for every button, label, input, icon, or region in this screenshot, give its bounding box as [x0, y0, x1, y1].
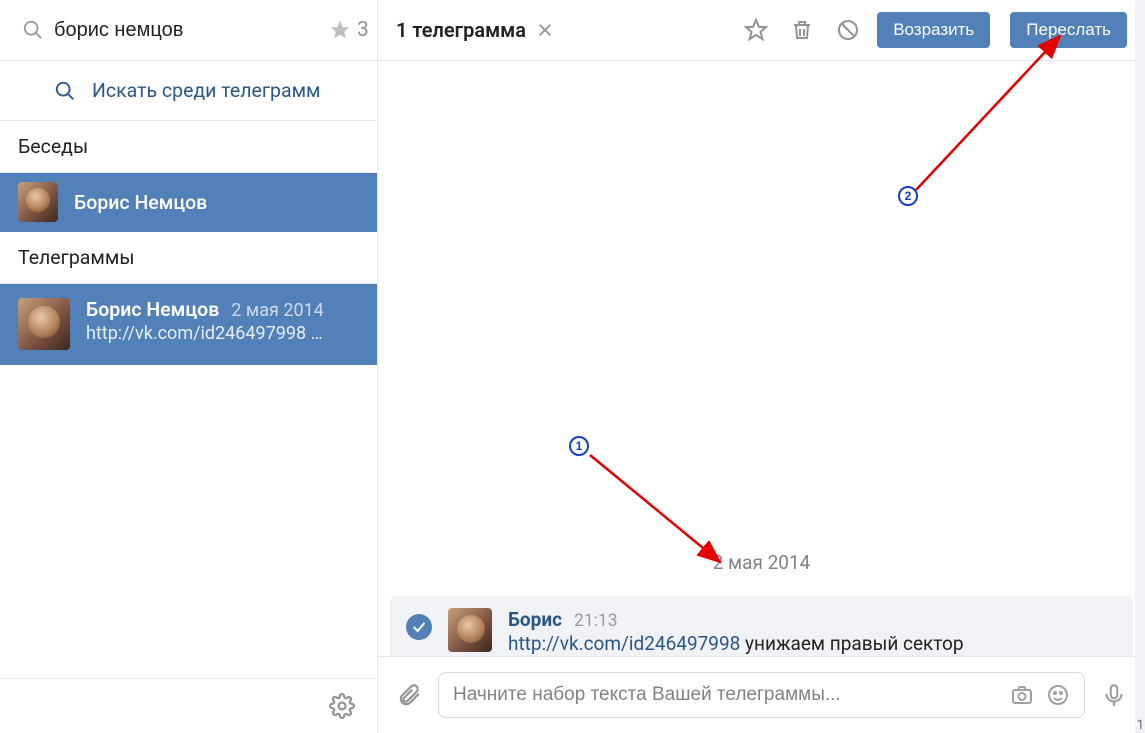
compose-input[interactable] [453, 684, 998, 706]
compose-input-wrap[interactable] [438, 672, 1085, 718]
search-input[interactable] [54, 19, 319, 42]
sidebar-footer [0, 678, 377, 733]
search-among-telegrams[interactable]: Искать среди телеграмм [0, 61, 377, 121]
message-item[interactable]: Борис 21:13 http://vk.com/id246497998 ун… [390, 596, 1133, 656]
mic-icon[interactable] [1101, 682, 1127, 708]
selection-title-text: 1 телеграмма [396, 18, 526, 42]
message-link[interactable]: http://vk.com/id246497998 [508, 632, 740, 655]
trash-icon[interactable] [785, 13, 819, 47]
avatar[interactable] [448, 608, 492, 652]
message-text: http://vk.com/id246497998 унижаем правый… [508, 632, 1117, 655]
sidebar: 3 Искать среди телеграмм Беседы Борис Не… [0, 0, 378, 733]
search-row: 3 [0, 0, 377, 61]
forward-button[interactable]: Переслать [1010, 12, 1127, 48]
starred-count-label: 3 [357, 18, 369, 42]
section-telegrams-header: Телеграммы [0, 232, 377, 284]
scrollbar-track[interactable]: 1 [1135, 0, 1145, 733]
starred-count[interactable]: 3 [329, 18, 369, 42]
conversation-name: Борис Немцов [74, 191, 207, 214]
emoji-icon[interactable] [1046, 683, 1070, 707]
message-selected-check-icon[interactable] [406, 614, 432, 640]
selection-title: 1 телеграмма [396, 18, 554, 42]
avatar [18, 182, 58, 222]
attach-icon[interactable] [396, 682, 422, 708]
search-icon [22, 19, 44, 41]
compose-bar [378, 656, 1145, 733]
telegram-date: 2 мая 2014 [231, 300, 324, 321]
avatar [18, 298, 70, 350]
close-icon[interactable] [536, 21, 554, 39]
message-body: Борис 21:13 http://vk.com/id246497998 ун… [508, 608, 1117, 655]
topbar: 1 телеграмма Возразить Переслать [378, 0, 1145, 61]
telegram-preview: http://vk.com/id246497998 … [86, 323, 359, 344]
gear-icon[interactable] [329, 693, 355, 719]
thread[interactable]: 2 мая 2014 Борис 21:13 http://vk.com/id2… [378, 61, 1145, 656]
conversation-item[interactable]: Борис Немцов [0, 173, 377, 232]
app-root: 3 Искать среди телеграмм Беседы Борис Не… [0, 0, 1145, 733]
section-conversations-header: Беседы [0, 121, 377, 173]
search-among-telegrams-label: Искать среди телеграмм [92, 79, 321, 102]
message-text-tail: унижаем правый сектор [740, 632, 963, 655]
message-time: 21:13 [574, 611, 618, 631]
telegram-item[interactable]: Борис Немцов 2 мая 2014 http://vk.com/id… [0, 284, 377, 365]
block-icon[interactable] [831, 13, 865, 47]
camera-icon[interactable] [1010, 683, 1034, 707]
date-divider: 2 мая 2014 [378, 551, 1145, 574]
message-sender[interactable]: Борис [508, 608, 562, 631]
reply-button[interactable]: Возразить [877, 12, 990, 48]
scrollbar-label: 1 [1137, 718, 1144, 733]
main-panel: 1 телеграмма Возразить Переслать 2 мая 2… [378, 0, 1145, 733]
star-icon[interactable] [739, 13, 773, 47]
telegram-name: Борис Немцов [86, 298, 219, 321]
telegram-meta: Борис Немцов 2 мая 2014 http://vk.com/id… [86, 298, 359, 350]
